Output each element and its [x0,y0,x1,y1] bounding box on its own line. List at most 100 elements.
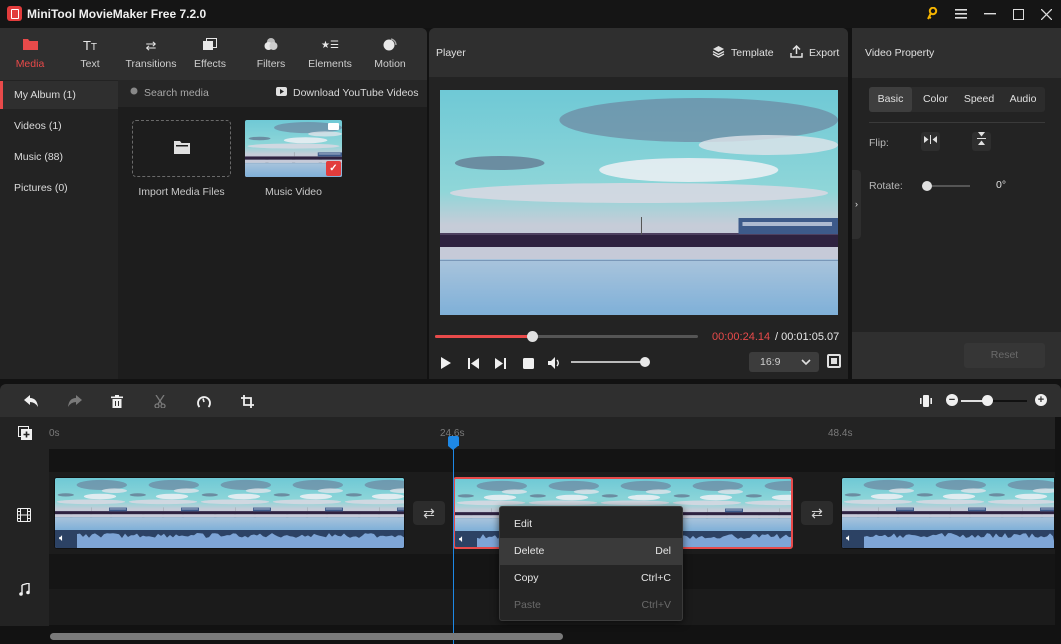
zoom-handle[interactable] [982,395,994,406]
stop-button[interactable] [519,354,537,372]
redo-icon[interactable] [65,392,83,410]
sidebar-item-my-album[interactable]: My Album (1) [0,81,118,109]
speed-icon[interactable] [195,392,213,410]
timeline-ruler[interactable]: 0s 24.6s 48.4s [0,417,1055,449]
menu-item-edit[interactable]: Edit [500,511,682,538]
playhead[interactable] [453,440,454,644]
tab-speed[interactable]: Speed [957,87,1001,112]
progress-handle[interactable] [527,331,539,342]
divider [869,122,1045,123]
youtube-download-icon [276,87,287,99]
clip-frame [127,478,199,530]
menu-item-delete[interactable]: Delete Del [500,538,682,565]
close-icon[interactable] [1031,0,1061,28]
minimize-icon[interactable] [975,0,1005,28]
clip-volume-icon[interactable]: 🔈︎ [846,533,852,544]
volume-handle[interactable] [640,357,650,367]
fullscreen-icon[interactable] [827,354,841,368]
clip-volume-icon[interactable]: 🔈︎ [459,534,465,545]
waveform-shape [864,533,1054,548]
menu-item-copy[interactable]: Copy Ctrl+C [500,565,682,592]
tab-media[interactable]: Media [0,28,60,80]
maximize-icon[interactable] [1003,0,1033,28]
playhead-handle[interactable] [448,436,459,450]
tab-elements[interactable]: ★☰ Elements [300,28,360,80]
play-button[interactable] [437,354,455,372]
property-tabs: Basic Color Speed Audio [869,87,1045,112]
property-footer: Reset [852,332,1061,379]
media-item-label: Music Video [264,186,322,198]
sidebar-item-videos[interactable]: Videos (1) [0,112,118,140]
transition-button[interactable]: ⇄ [413,501,445,525]
timeline-scrollbar[interactable] [50,633,563,640]
key-icon[interactable] [917,0,947,28]
transition-icon: ⇄ [423,505,435,521]
audio-track-icon [19,582,30,599]
tab-transitions[interactable]: ⇄ Transitions [120,28,182,80]
video-frame-image [440,90,838,315]
previous-frame-button[interactable] [464,354,482,372]
search-icon [130,87,139,99]
download-youtube-button[interactable]: Download YouTube Videos [276,87,419,99]
import-media-button[interactable] [132,120,231,177]
volume-icon[interactable] [546,354,564,372]
rotate-handle[interactable] [922,181,932,191]
fit-timeline-icon[interactable] [917,392,935,410]
timeline-clip[interactable]: 🔈︎ [841,477,1055,549]
clip-frames [842,478,1054,530]
reset-button[interactable]: Reset [964,343,1045,368]
video-preview[interactable] [440,90,838,315]
tab-effects[interactable]: Effects [180,28,240,80]
clip-frame [271,478,343,530]
flip-horizontal-icon[interactable] [921,132,940,151]
tab-color[interactable]: Color [914,87,957,112]
flip-vertical-icon[interactable] [972,132,991,151]
delete-icon[interactable] [108,392,126,410]
split-scissors-icon[interactable] [151,392,169,410]
tab-label: Transitions [125,58,177,70]
timeline-clip[interactable]: 🔈︎ [54,477,405,549]
transition-button[interactable]: ⇄ [801,501,833,525]
media-sidebar: My Album (1) Videos (1) Music (88) Pictu… [0,80,118,379]
playback-progress-slider[interactable] [435,331,698,342]
app-title: MiniTool MovieMaker Free 7.2.0 [27,7,207,21]
tab-basic[interactable]: Basic [869,87,912,112]
zoom-in-icon[interactable]: + [1035,394,1047,406]
audio-waveform [55,530,404,548]
tab-text[interactable]: TT Text [60,28,120,80]
collapse-panel-button[interactable]: › [852,170,861,239]
text-icon: TT [82,38,98,53]
rotate-value: 0° [996,179,1007,191]
tab-label: Text [80,58,100,70]
add-track-icon[interactable] [18,426,32,443]
timeline-zoom-slider[interactable] [961,400,1027,402]
undo-icon[interactable] [22,392,40,410]
crop-icon[interactable] [238,392,256,410]
sidebar-item-pictures[interactable]: Pictures (0) [0,174,118,202]
media-item-thumbnail[interactable]: ✓ [245,120,342,177]
menu-item-label: Copy [514,572,539,584]
search-input[interactable]: Search media [130,87,209,99]
tab-motion[interactable]: Motion [360,28,420,80]
tab-filters[interactable]: Filters [241,28,301,80]
template-button[interactable]: Template [712,45,774,61]
import-media-label: Import Media Files [138,186,225,198]
player-header: Player Template Export [429,28,848,77]
overlay-track[interactable] [49,449,1055,472]
sidebar-item-music[interactable]: Music (88) [0,143,118,171]
filters-icon [264,38,278,54]
menu-icon[interactable] [946,0,976,28]
clip-frame [842,478,914,530]
clip-volume-icon[interactable]: 🔈︎ [59,533,65,544]
menu-item-paste: Paste Ctrl+V [500,592,682,619]
zoom-out-icon[interactable]: − [946,394,958,406]
volume-slider[interactable] [571,361,647,363]
clip-frames [55,478,404,530]
app-logo [7,6,22,21]
effects-icon [203,38,217,54]
export-button[interactable]: Export [790,44,839,61]
next-frame-button[interactable] [491,354,509,372]
tab-audio[interactable]: Audio [1001,87,1045,112]
tab-label: Filters [256,58,286,70]
aspect-ratio-select[interactable]: 16:9 [749,352,819,372]
